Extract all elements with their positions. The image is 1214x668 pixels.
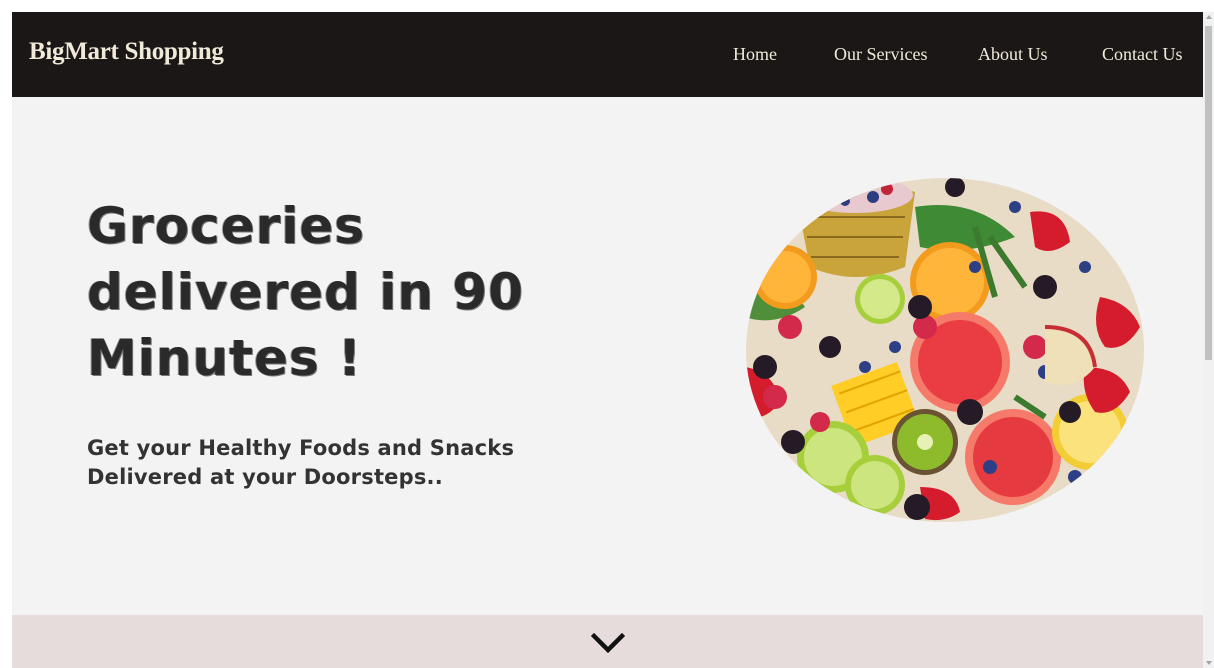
scroll-down-arrow-icon[interactable] <box>1206 661 1212 665</box>
nav-link-about-us[interactable]: About Us <box>978 44 1048 65</box>
nav-link-home[interactable]: Home <box>733 44 777 65</box>
fruit-platter-image <box>745 167 1145 523</box>
scrollbar-thumb[interactable] <box>1205 26 1212 360</box>
brand-logo[interactable]: BigMart Shopping <box>29 38 224 66</box>
hero-subtitle: Get your Healthy Foods and Snacks Delive… <box>87 436 515 489</box>
navbar: BigMart Shopping Home Our Services About… <box>12 12 1203 97</box>
scroll-down-band <box>12 615 1203 668</box>
scroll-up-arrow-icon[interactable] <box>1206 15 1212 19</box>
chevron-down-icon[interactable] <box>590 632 626 654</box>
nav-link-contact-us[interactable]: Contact Us <box>1102 44 1183 65</box>
vertical-scrollbar[interactable] <box>1203 12 1214 668</box>
hero-title: Groceries delivered in 90 Minutes ! <box>87 197 524 387</box>
nav-link-our-services[interactable]: Our Services <box>834 44 927 65</box>
page: BigMart Shopping Home Our Services About… <box>12 12 1203 668</box>
